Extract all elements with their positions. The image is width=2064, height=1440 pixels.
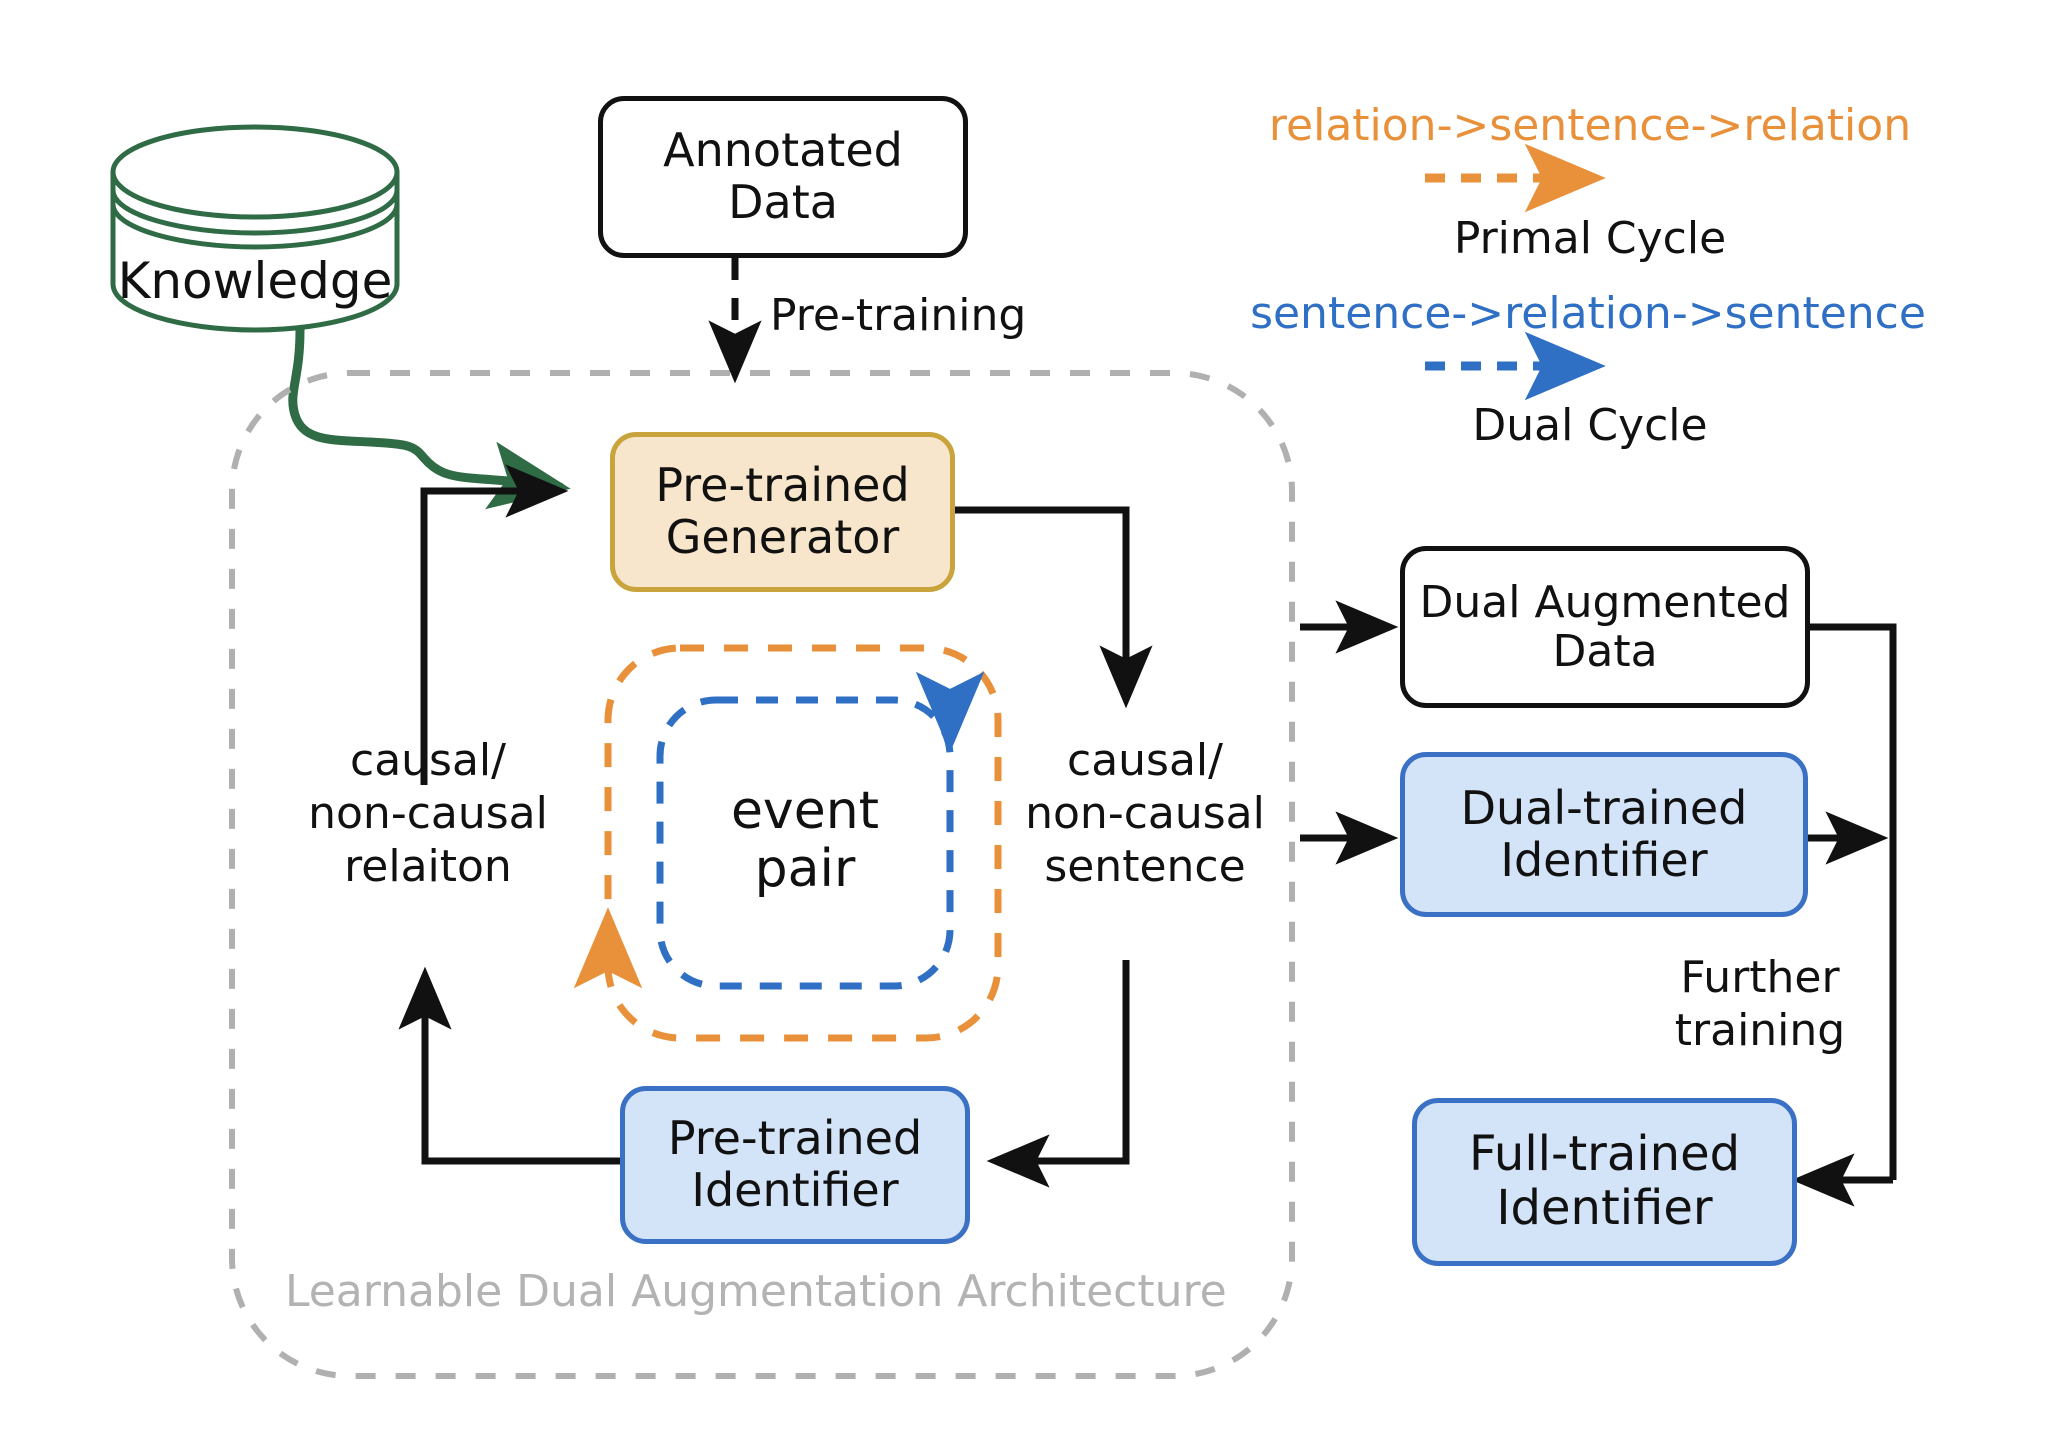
legend-primal-formula: relation->sentence->relation — [1268, 100, 1912, 151]
generator-line-2: Generator — [665, 510, 900, 564]
legend-dual-name: Dual Cycle — [1472, 400, 1708, 451]
diagram-canvas: Knowledge Annotated Data Pre-training Pr… — [0, 0, 2064, 1440]
dual-identifier-line-1: Dual-trained — [1460, 780, 1748, 835]
dual-augmented-data-box[interactable]: Dual Augmented Data — [1400, 546, 1810, 708]
annotated-data-line-2: Data — [728, 175, 838, 229]
causal-sentence-label: causal/ non-causal sentence — [1000, 735, 1290, 893]
sentence-to-identifier-arrow — [986, 960, 1130, 1188]
event-pair-line-2: pair — [754, 839, 856, 899]
causal-sentence-line-2: non-causal — [1025, 787, 1265, 839]
causal-relation-line-3: relaiton — [344, 840, 512, 892]
pre-training-label: Pre-training — [770, 290, 1027, 341]
dual-data-line-1: Dual Augmented — [1419, 576, 1791, 628]
full-identifier-line-2: Identifier — [1496, 1180, 1713, 1236]
annotated-data-line-1: Annotated — [663, 123, 903, 178]
generator-to-sentence-arrow — [955, 506, 1153, 709]
event-pair-label: event pair — [678, 740, 932, 940]
full-identifier-line-1: Full-trained — [1468, 1126, 1741, 1183]
dual-data-line-2: Data — [1552, 626, 1658, 677]
full-trained-identifier-box[interactable]: Full-trained Identifier — [1412, 1098, 1797, 1266]
knowledge-to-generator-arrow — [288, 325, 571, 510]
causal-sentence-line-1: causal/ — [1067, 735, 1223, 786]
annotated-data-box[interactable]: Annotated Data — [598, 96, 968, 258]
event-pair-line-1: event — [730, 780, 880, 841]
pre-trained-generator-box[interactable]: Pre-trained Generator — [610, 432, 955, 592]
causal-sentence-line-3: sentence — [1044, 840, 1246, 892]
pre-identifier-line-1: Pre-trained — [667, 1111, 923, 1166]
dual-trained-identifier-box[interactable]: Dual-trained Identifier — [1400, 752, 1808, 917]
pre-identifier-line-2: Identifier — [691, 1163, 899, 1217]
identifier-to-relation-arrow — [398, 966, 620, 1165]
further-training-line-2: training — [1674, 1004, 1846, 1056]
dual-identifier-line-2: Identifier — [1500, 832, 1708, 887]
generator-line-1: Pre-trained — [655, 458, 910, 513]
further-training-label: Further training — [1660, 952, 1860, 1058]
causal-relation-line-1: causal/ — [350, 735, 506, 786]
knowledge-label: Knowledge — [117, 252, 393, 310]
further-training-line-1: Further — [1680, 952, 1840, 1003]
legend-primal-name: Primal Cycle — [1453, 213, 1727, 264]
causal-relation-label: causal/ non-causal relaiton — [268, 735, 588, 893]
legend-dual-formula: sentence->relation->sentence — [1250, 288, 1926, 339]
architecture-caption: Learnable Dual Augmentation Architecture — [285, 1266, 1227, 1317]
causal-relation-line-2: non-causal — [308, 787, 548, 839]
pre-trained-identifier-box[interactable]: Pre-trained Identifier — [620, 1086, 970, 1244]
